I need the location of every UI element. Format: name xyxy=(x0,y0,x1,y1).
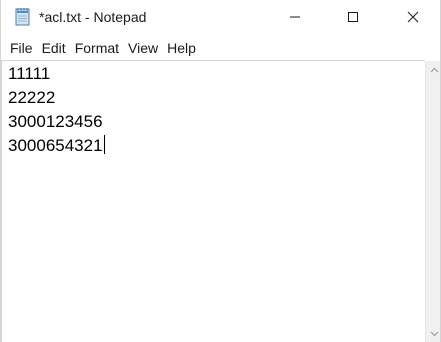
chevron-up-icon xyxy=(430,67,438,72)
menu-file[interactable]: File xyxy=(6,37,37,60)
scroll-down-button[interactable] xyxy=(426,325,440,342)
title-bar[interactable]: *acl.txt - Notepad xyxy=(1,0,440,36)
editor-line: 11111 xyxy=(8,64,51,83)
window-title: *acl.txt - Notepad xyxy=(39,9,147,25)
notepad-window: *acl.txt - Notepad File Edit Format View… xyxy=(0,0,441,342)
text-caret xyxy=(103,135,105,154)
scroll-up-button[interactable] xyxy=(426,61,440,78)
menu-format[interactable]: Format xyxy=(71,37,123,60)
vertical-scrollbar[interactable] xyxy=(425,61,440,342)
notepad-icon xyxy=(15,8,30,26)
editor-line: 3000123456 xyxy=(8,112,103,131)
close-button[interactable] xyxy=(390,0,436,34)
maximize-button[interactable] xyxy=(330,0,376,34)
minimize-icon xyxy=(290,16,300,18)
close-icon xyxy=(407,11,419,23)
editor-line: 22222 xyxy=(8,88,56,107)
menu-view[interactable]: View xyxy=(124,37,162,60)
menu-edit[interactable]: Edit xyxy=(38,37,70,60)
menu-help[interactable]: Help xyxy=(163,37,200,60)
menu-bar: File Edit Format View Help xyxy=(1,37,440,60)
editor-line: 3000654321 xyxy=(8,135,105,155)
minimize-button[interactable] xyxy=(272,0,318,34)
maximize-icon xyxy=(348,12,358,22)
chevron-down-icon xyxy=(430,331,438,336)
text-editor[interactable]: 11111 22222 3000123456 3000654321 xyxy=(1,60,425,342)
